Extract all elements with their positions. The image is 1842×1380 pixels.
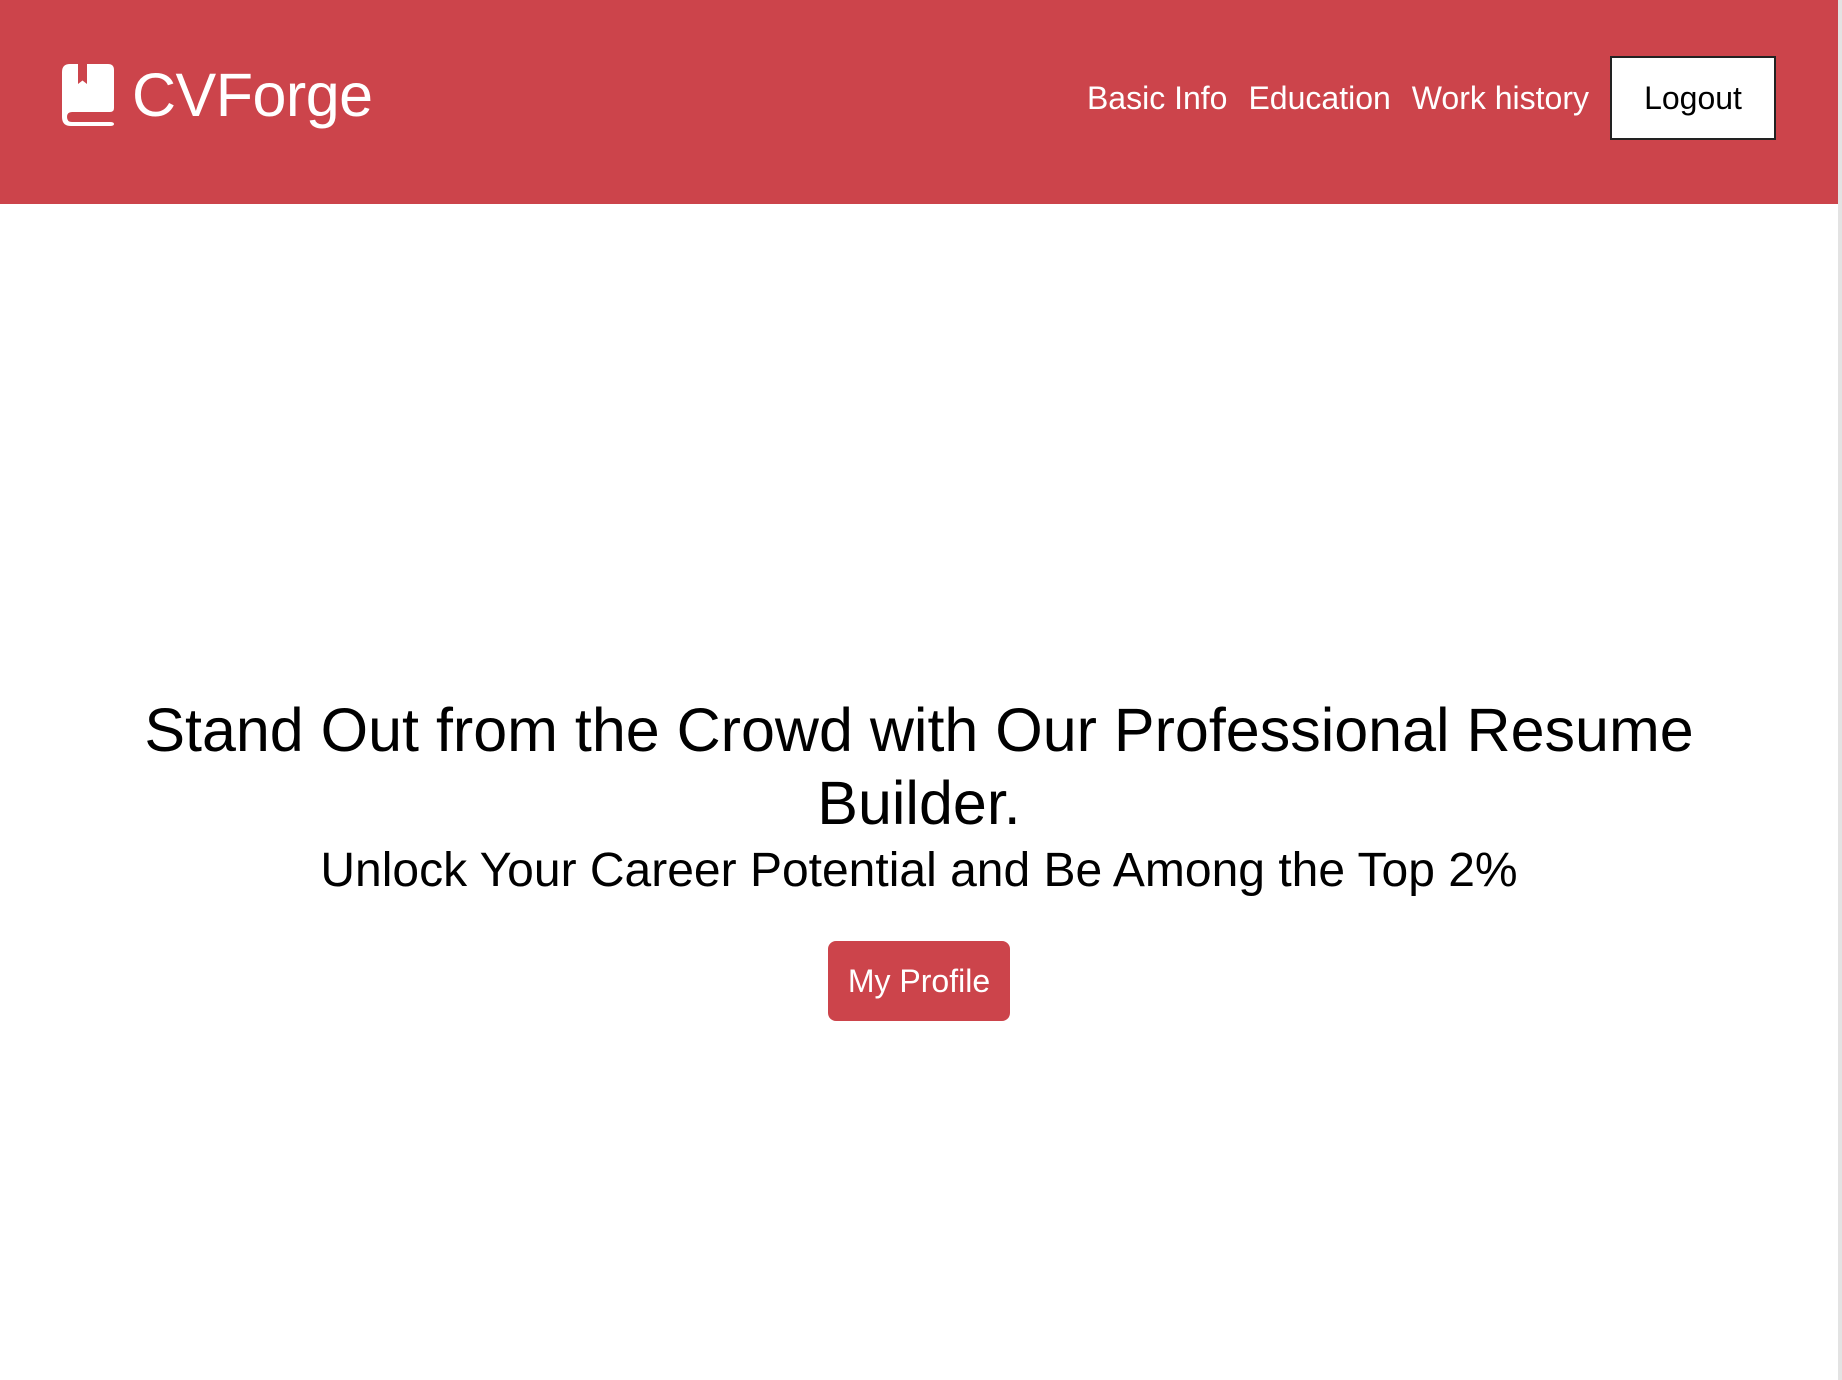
my-profile-button[interactable]: My Profile <box>828 941 1010 1021</box>
brand-name: CVForge <box>132 61 373 129</box>
book-bookmark-icon <box>62 64 114 126</box>
nav-education[interactable]: Education <box>1248 78 1390 118</box>
brand-link[interactable]: CVForge <box>62 60 373 130</box>
page: CVForge Basic Info Education Work histor… <box>0 0 1842 1380</box>
nav-basic-info[interactable]: Basic Info <box>1087 78 1228 118</box>
hero-title: Stand Out from the Crowd with Our Profes… <box>144 696 1694 837</box>
scrollbar[interactable] <box>1838 0 1842 1380</box>
logout-button[interactable]: Logout <box>1610 56 1776 140</box>
navbar: CVForge Basic Info Education Work histor… <box>0 0 1842 204</box>
hero-subtitle: Unlock Your Career Potential and Be Amon… <box>320 844 1518 897</box>
main-nav: Basic Info Education Work history Logout <box>1087 56 1776 140</box>
hero-section: Stand Out from the Crowd with Our Profes… <box>0 694 1838 1021</box>
nav-work-history[interactable]: Work history <box>1412 78 1589 118</box>
